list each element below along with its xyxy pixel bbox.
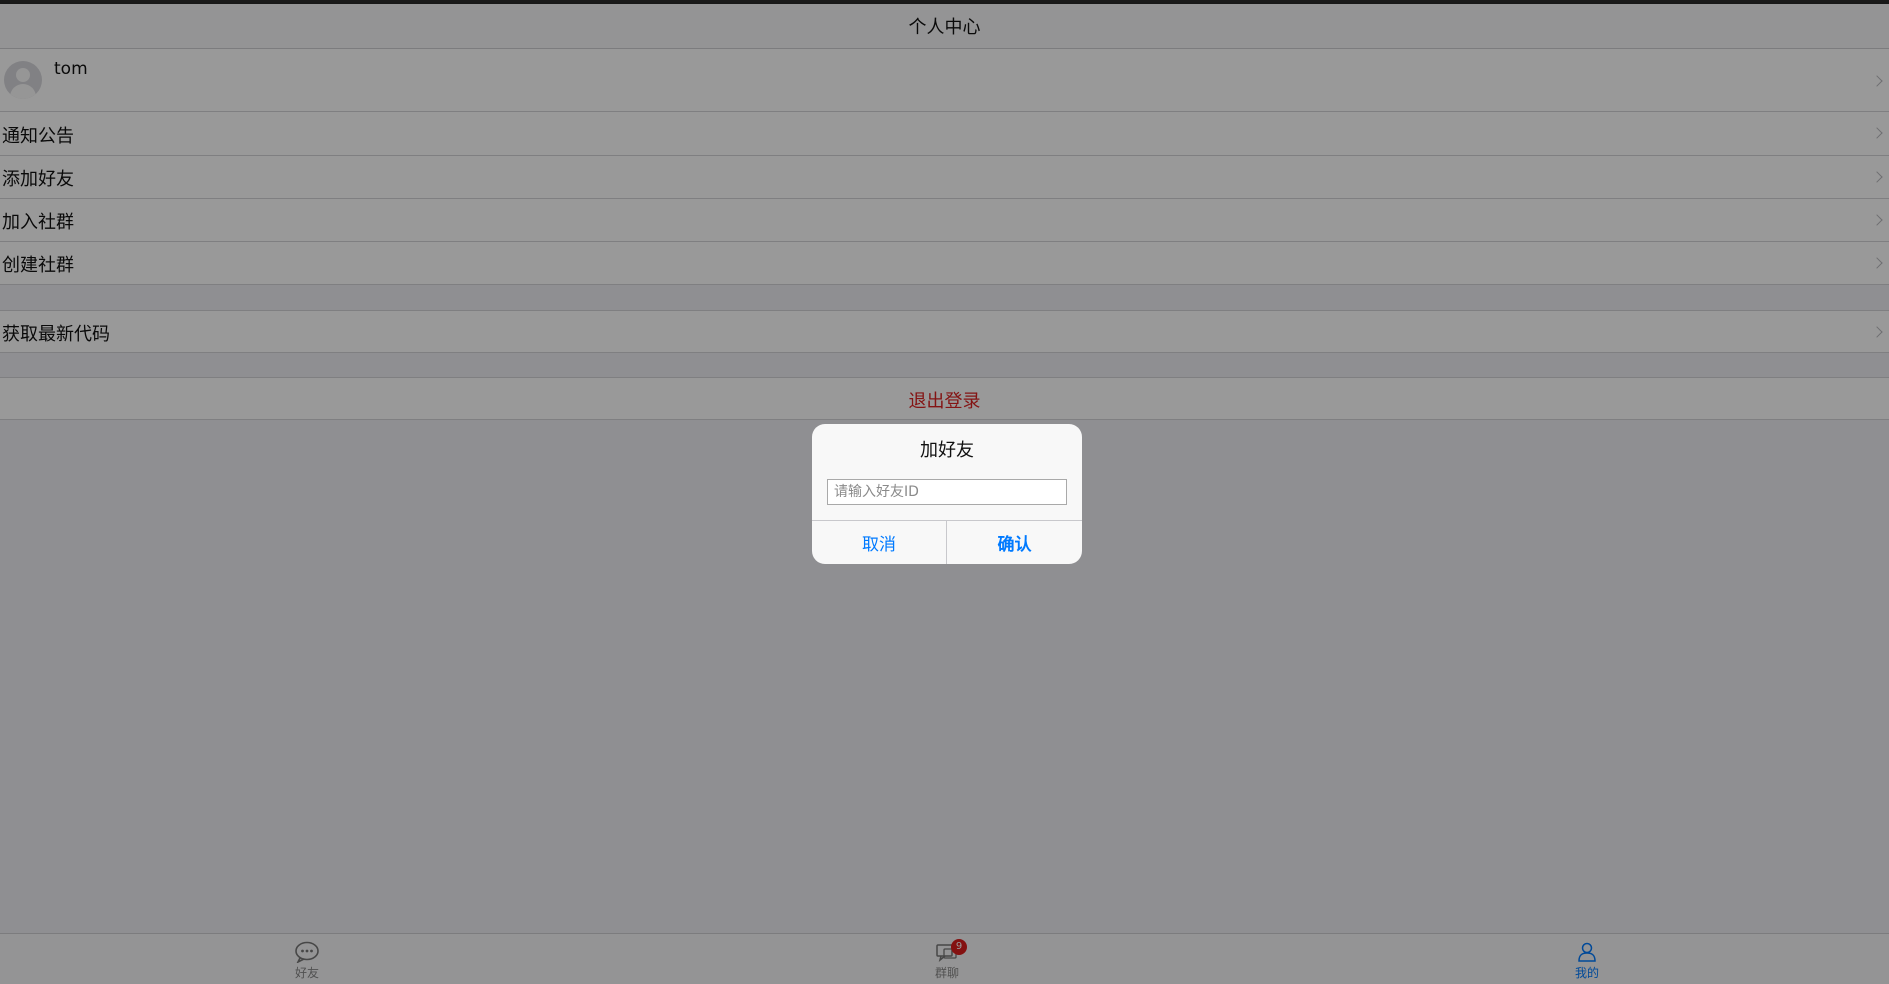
app-root: 个人中心 tom 通知公告 添加好友 加入社群 创建社群 获取最新代码 退出登录…: [0, 0, 1889, 984]
cancel-button[interactable]: 取消: [812, 521, 947, 564]
add-friend-dialog: 加好友 取消 确认: [812, 424, 1082, 564]
confirm-button[interactable]: 确认: [947, 521, 1082, 564]
dialog-button-bar: 取消 确认: [812, 520, 1082, 564]
friend-id-input[interactable]: [827, 479, 1067, 505]
dialog-title: 加好友: [920, 440, 974, 461]
